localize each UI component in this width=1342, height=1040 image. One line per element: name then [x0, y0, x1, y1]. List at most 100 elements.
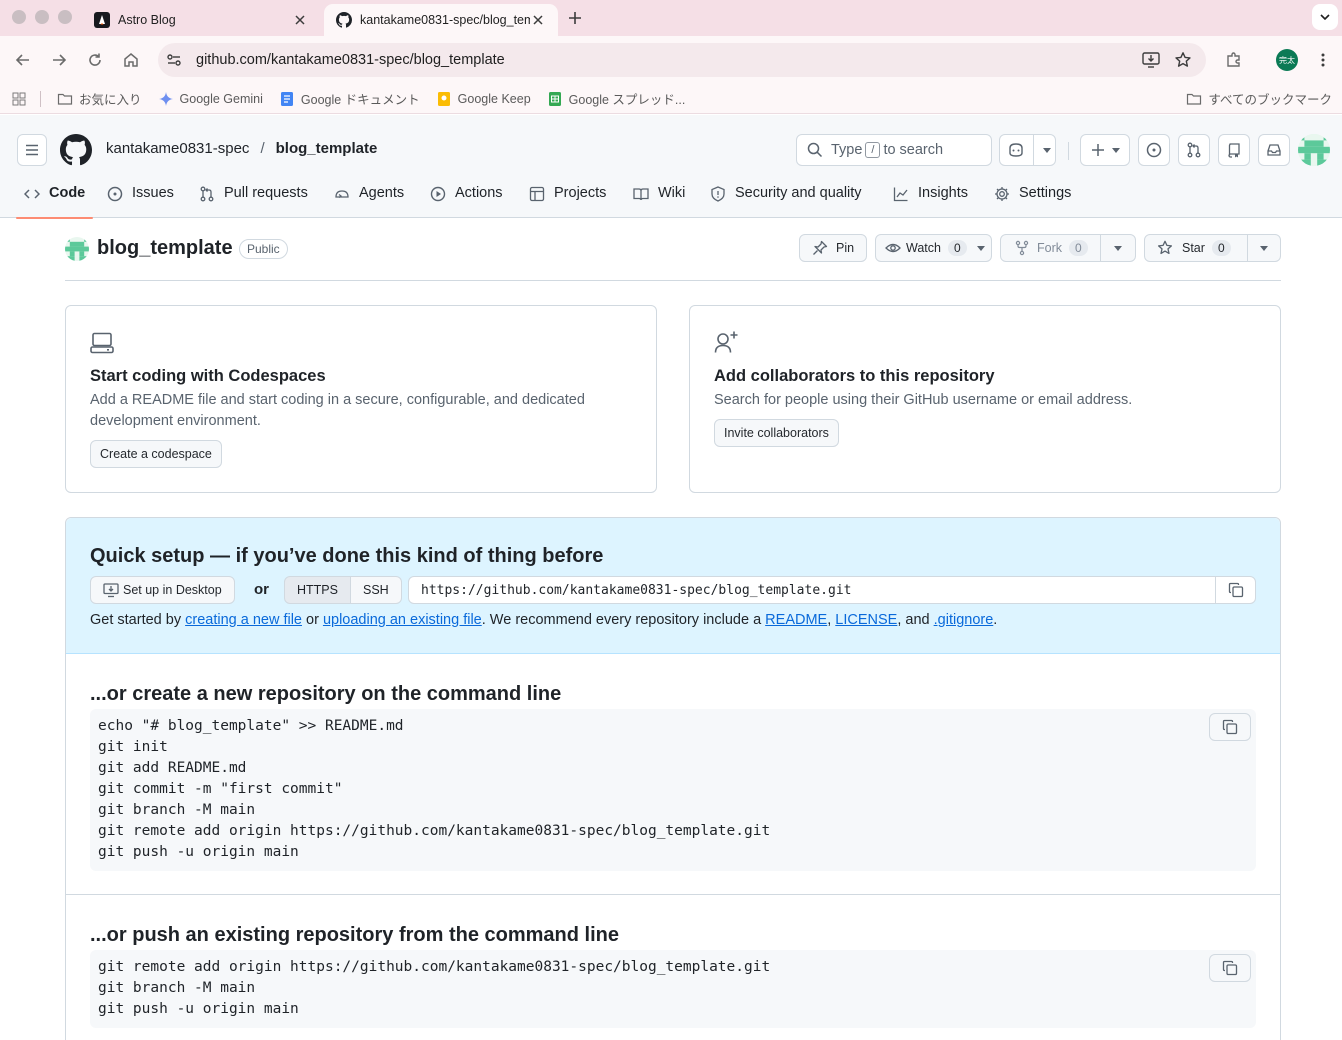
window-minimize-button[interactable] [35, 10, 49, 24]
tab-actions[interactable]: Actions [430, 177, 503, 218]
repositories-button[interactable] [1218, 134, 1250, 166]
fork-button[interactable]: Fork 0 [1000, 234, 1101, 262]
triangle-down-icon [976, 245, 985, 251]
code-line: git push -u origin main [98, 1001, 299, 1017]
inbox-button[interactable] [1258, 134, 1290, 166]
issue-opened-icon [1146, 142, 1162, 158]
gitignore-link[interactable]: .gitignore [934, 612, 994, 628]
gear-icon [995, 187, 1009, 201]
site-info-button[interactable] [158, 44, 190, 76]
license-link[interactable]: LICENSE [835, 612, 897, 628]
tab-security[interactable]: Security and quality [710, 177, 862, 218]
pull-requests-button[interactable] [1178, 134, 1210, 166]
copilot-button[interactable] [999, 134, 1056, 166]
code-line: git remote add origin https://github.com… [98, 959, 771, 975]
create-new-button[interactable] [1080, 134, 1130, 166]
tab-projects[interactable]: Projects [529, 177, 606, 218]
user-avatar[interactable] [1298, 134, 1330, 166]
window-close-button[interactable] [12, 10, 26, 24]
docs-icon [280, 91, 293, 106]
repo-name[interactable]: blog_template [97, 237, 233, 260]
copy-url-button[interactable] [1215, 577, 1255, 603]
tab-settings[interactable]: Settings [994, 177, 1071, 218]
tab-agents[interactable]: Agents [334, 177, 404, 218]
tab-close-icon[interactable] [530, 12, 546, 28]
global-menu-button[interactable] [17, 134, 47, 166]
person-add-icon [714, 331, 738, 353]
tab-close-icon[interactable] [292, 12, 308, 28]
all-bookmarks[interactable]: すべてのブックマーク [1186, 89, 1332, 108]
tab-wiki[interactable]: Wiki [633, 177, 685, 218]
code-line: echo "# blog_template" >> README.md [98, 718, 404, 734]
github-logo[interactable] [60, 134, 92, 166]
tab-pull-requests[interactable]: Pull requests [199, 177, 308, 218]
tab-issues[interactable]: Issues [107, 177, 174, 218]
address-bar[interactable]: github.com/kantakame0831-spec/blog_templ… [158, 43, 1206, 77]
https-toggle-button[interactable]: HTTPS [284, 576, 351, 604]
copy-icon [1222, 960, 1238, 976]
star-dropdown-button[interactable] [1247, 234, 1281, 262]
bookmark-favorites[interactable]: お気に入り [57, 89, 142, 108]
codespaces-title: Start coding with Codespaces [90, 367, 326, 385]
tab-insights[interactable]: Insights [893, 177, 968, 218]
invite-collaborators-button[interactable]: Invite collaborators [714, 419, 839, 447]
copy-push-repo-commands-button[interactable] [1209, 954, 1251, 982]
setup-in-desktop-button[interactable]: Set up in Desktop [90, 576, 235, 604]
inbox-icon [1267, 144, 1281, 156]
bookmark-star-button[interactable] [1174, 51, 1192, 69]
window-zoom-button[interactable] [58, 10, 72, 24]
profile-label: 完太 [1279, 55, 1295, 65]
browser-tab-astro-blog[interactable]: Astro Blog [82, 4, 320, 36]
apps-grid-icon [12, 92, 26, 105]
clone-url-field[interactable]: https://github.com/kantakame0831-spec/bl… [408, 576, 1256, 604]
bookmark-keep[interactable]: Google Keep [436, 91, 531, 107]
uploading-existing-file-link[interactable]: uploading an existing file [323, 612, 482, 628]
browser-tab-github[interactable]: kantakame0831-spec/blog_template [324, 4, 558, 36]
folder-icon [57, 93, 73, 105]
home-button[interactable] [119, 48, 143, 72]
astro-favicon-icon [94, 12, 110, 28]
star-button[interactable]: Star 0 [1144, 234, 1248, 262]
back-button[interactable] [11, 48, 35, 72]
star-icon [1157, 240, 1173, 255]
repo-title-bar: blog_template Public Pin Watch 0 Fork 0 … [65, 232, 1281, 281]
bookmark-gemini[interactable]: Google Gemini [158, 91, 263, 107]
kebab-menu-icon [1321, 53, 1325, 67]
browser-menu-button[interactable] [1311, 48, 1335, 72]
repo-owner-avatar[interactable] [65, 237, 89, 261]
search-input[interactable]: Type / to search [796, 134, 992, 166]
reload-button[interactable] [83, 48, 107, 72]
arrow-right-icon [53, 54, 67, 66]
tab-search-button[interactable] [1312, 4, 1338, 30]
new-tab-button[interactable] [566, 9, 584, 27]
quick-setup-header: Quick setup — if you’ve done this kind o… [66, 518, 1280, 654]
forward-button[interactable] [47, 48, 71, 72]
hamburger-icon [26, 144, 38, 156]
push-repo-title: ...or push an existing repository from t… [90, 924, 619, 946]
watch-button[interactable]: Watch 0 [875, 234, 992, 262]
ssh-toggle-button[interactable]: SSH [350, 576, 402, 604]
issues-button[interactable] [1138, 134, 1170, 166]
bookmark-sheets[interactable]: Google スプレッド... [547, 89, 685, 108]
readme-link[interactable]: README [765, 612, 827, 628]
identicon-avatar [65, 237, 89, 261]
gemini-sparkle-icon [158, 91, 173, 106]
bookmark-docs[interactable]: Google ドキュメント [279, 89, 420, 108]
create-codespace-button[interactable]: Create a codespace [90, 440, 222, 468]
new-repo-title: ...or create a new repository on the com… [90, 683, 562, 705]
owner-link[interactable]: kantakame0831-spec [106, 140, 249, 157]
copy-new-repo-commands-button[interactable] [1209, 713, 1251, 741]
code-icon [24, 189, 40, 199]
tab-title: kantakame0831-spec/blog_template [360, 13, 530, 27]
extensions-button[interactable] [1222, 48, 1246, 72]
apps-button[interactable] [12, 92, 26, 106]
creating-new-file-link[interactable]: creating a new file [185, 612, 302, 628]
install-app-button[interactable] [1142, 52, 1160, 68]
codespaces-description: Add a README file and start coding in a … [90, 392, 585, 429]
keep-icon [437, 91, 450, 106]
repo-link[interactable]: blog_template [276, 140, 378, 157]
pin-button[interactable]: Pin [799, 234, 867, 262]
tab-code[interactable]: Code [15, 177, 94, 219]
profile-avatar[interactable]: 完太 [1276, 49, 1298, 71]
fork-dropdown-button[interactable] [1100, 234, 1136, 262]
